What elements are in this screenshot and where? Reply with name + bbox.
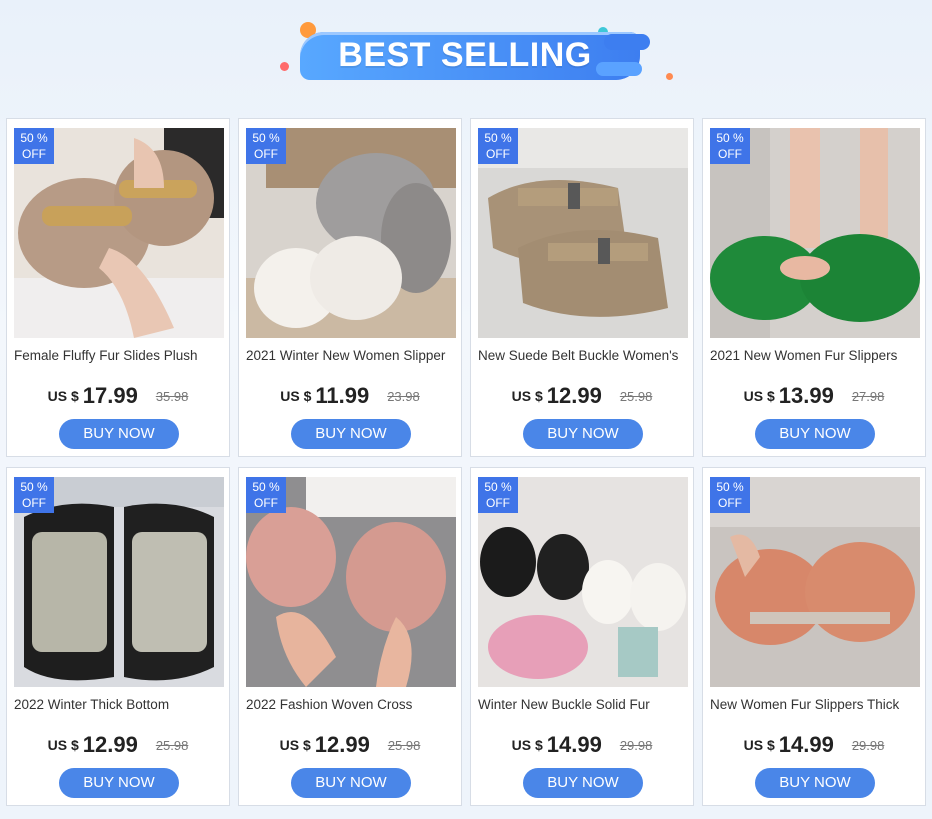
badge-percent: 50 % [252,131,280,145]
currency-label: US $ [47,737,79,753]
currency-label: US $ [47,388,79,404]
currency-label: US $ [279,737,311,753]
badge-off: OFF [254,147,278,161]
currency-label: US $ [511,737,543,753]
original-price: 29.98 [851,737,885,753]
discount-badge: 50 % OFF [710,128,750,164]
sale-price: 11.99 [315,383,370,408]
buy-now-button[interactable]: BUY NOW [291,419,411,449]
product-card[interactable]: 50 % OFF 2021 New Women Fur Slippers US … [702,118,926,457]
discount-badge: 50 % OFF [246,128,286,164]
sale-price: 14.99 [546,732,602,757]
decor-dot [666,73,673,80]
price-row: US $12.99 25.98 [239,732,461,758]
badge-off: OFF [718,147,742,161]
product-name[interactable]: New Women Fur Slippers Thick [710,697,922,712]
product-name[interactable]: 2022 Fashion Woven Cross [246,697,458,712]
discount-badge: 50 % OFF [478,128,518,164]
badge-percent: 50 % [716,131,744,145]
price-row: US $13.99 27.98 [703,383,925,409]
currency-label: US $ [511,388,543,404]
badge-percent: 50 % [252,480,280,494]
currency-label: US $ [280,388,312,404]
product-photo[interactable]: 50 % OFF [14,477,224,687]
buy-now-button[interactable]: BUY NOW [291,768,411,798]
product-card[interactable]: 50 % OFF New Suede Belt Buckle Women's U… [470,118,694,457]
product-card[interactable]: 50 % OFF 2022 Fashion Woven Cross US $12… [238,467,462,806]
badge-percent: 50 % [484,131,512,145]
badge-off: OFF [22,147,46,161]
original-price: 27.98 [851,388,885,404]
buy-now-button[interactable]: BUY NOW [59,768,179,798]
sale-price: 12.99 [546,383,602,408]
buy-now-button[interactable]: BUY NOW [523,419,643,449]
price-row: US $12.99 25.98 [471,383,693,409]
badge-percent: 50 % [20,131,48,145]
badge-percent: 50 % [20,480,48,494]
product-name[interactable]: Female Fluffy Fur Slides Plush [14,348,226,363]
buy-now-button[interactable]: BUY NOW [59,419,179,449]
price-row: US $12.99 25.98 [7,732,229,758]
price-row: US $11.99 23.98 [239,383,461,409]
price-row: US $14.99 29.98 [471,732,693,758]
discount-badge: 50 % OFF [14,477,54,513]
discount-badge: 50 % OFF [710,477,750,513]
best-selling-banner: BEST SELLING [0,0,932,110]
product-photo[interactable]: 50 % OFF [14,128,224,338]
product-photo[interactable]: 50 % OFF [478,128,688,338]
original-price: 23.98 [387,388,420,404]
product-photo[interactable]: 50 % OFF [478,477,688,687]
discount-badge: 50 % OFF [246,477,286,513]
product-name[interactable]: 2021 New Women Fur Slippers [710,348,922,363]
buy-now-button[interactable]: BUY NOW [523,768,643,798]
price-row: US $14.99 29.98 [703,732,925,758]
product-card[interactable]: 50 % OFF 2021 Winter New Women Slipper U… [238,118,462,457]
product-name[interactable]: 2021 Winter New Women Slipper [246,348,458,363]
sale-price: 17.99 [82,383,138,408]
sale-price: 12.99 [314,732,370,757]
badge-off: OFF [486,496,510,510]
buy-now-button[interactable]: BUY NOW [755,768,875,798]
badge-percent: 50 % [716,480,744,494]
original-price: 25.98 [155,737,189,753]
product-photo[interactable]: 50 % OFF [246,128,456,338]
banner-title: BEST SELLING [338,36,592,74]
discount-badge: 50 % OFF [14,128,54,164]
original-price: 25.98 [387,737,421,753]
product-card[interactable]: 50 % OFF Winter New Buckle Solid Fur US … [470,467,694,806]
product-card[interactable]: 50 % OFF New Women Fur Slippers Thick US… [702,467,926,806]
product-card[interactable]: 50 % OFF Female Fluffy Fur Slides Plush … [6,118,230,457]
sale-price: 13.99 [778,383,834,408]
product-name[interactable]: New Suede Belt Buckle Women's [478,348,690,363]
decor-dot [280,62,289,71]
product-name[interactable]: 2022 Winter Thick Bottom [14,697,226,712]
product-card[interactable]: 50 % OFF 2022 Winter Thick Bottom US $12… [6,467,230,806]
price-row: US $17.99 35.98 [7,383,229,409]
badge-percent: 50 % [484,480,512,494]
original-price: 25.98 [619,388,653,404]
badge-off: OFF [718,496,742,510]
original-price: 29.98 [619,737,653,753]
sale-price: 14.99 [778,732,834,757]
product-photo[interactable]: 50 % OFF [710,128,920,338]
product-photo[interactable]: 50 % OFF [710,477,920,687]
original-price: 35.98 [155,388,189,404]
badge-off: OFF [254,496,278,510]
currency-label: US $ [743,388,775,404]
sale-price: 12.99 [82,732,138,757]
product-photo[interactable]: 50 % OFF [246,477,456,687]
product-grid: 50 % OFF Female Fluffy Fur Slides Plush … [6,118,928,810]
discount-badge: 50 % OFF [478,477,518,513]
currency-label: US $ [743,737,775,753]
badge-off: OFF [486,147,510,161]
product-name[interactable]: Winter New Buckle Solid Fur [478,697,690,712]
badge-off: OFF [22,496,46,510]
buy-now-button[interactable]: BUY NOW [755,419,875,449]
